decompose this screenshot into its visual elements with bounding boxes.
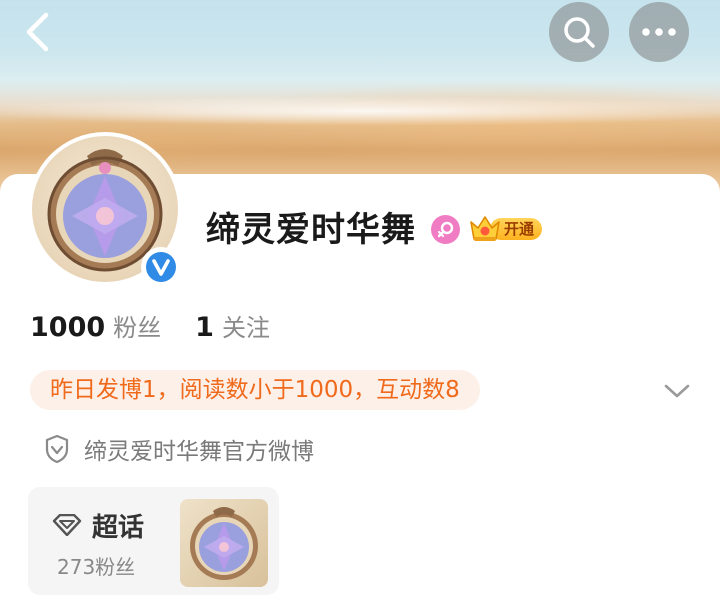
shield-check-icon — [45, 434, 69, 464]
diamond-icon — [52, 514, 82, 536]
super-topic-label: 超话 — [92, 512, 145, 543]
verified-badge — [141, 247, 181, 287]
super-topic-fans: 273粉丝 — [57, 555, 136, 579]
activity-notice: 昨日发博1，阅读数小于1000，互动数8 — [30, 370, 480, 410]
search-button[interactable] — [549, 2, 609, 62]
verified-v-icon — [146, 252, 176, 282]
profile-stats: 1000 粉丝 1 关注 — [30, 308, 270, 348]
super-topic-title: 超话 — [52, 507, 144, 543]
following-label: 关注 — [221, 314, 270, 342]
back-arrow-icon — [26, 12, 49, 52]
more-dots-icon — [642, 28, 676, 36]
following-count: 1 — [195, 312, 214, 343]
vip-open-badge[interactable]: 开通 — [468, 212, 544, 244]
crown-icon — [470, 216, 500, 241]
followers-stat[interactable]: 1000 粉丝 — [30, 308, 161, 343]
search-icon — [564, 17, 595, 48]
followers-label: 粉丝 — [113, 314, 162, 342]
more-button[interactable] — [629, 2, 689, 62]
followers-count: 1000 — [30, 312, 106, 343]
super-topic-thumbnail — [180, 499, 268, 587]
verification-info: 缔灵爱时华舞官方微博 — [44, 432, 314, 466]
expand-button[interactable] — [660, 376, 694, 406]
chevron-down-icon — [664, 384, 690, 398]
super-topic-card[interactable]: 超话 273粉丝 — [28, 487, 279, 595]
following-stat[interactable]: 1 关注 — [195, 308, 270, 343]
banner-wave — [0, 96, 720, 126]
back-button[interactable] — [14, 6, 62, 58]
profile-name: 缔灵爱时华舞 — [206, 210, 416, 250]
female-icon — [431, 215, 460, 244]
verification-text: 缔灵爱时华舞官方微博 — [84, 439, 314, 465]
